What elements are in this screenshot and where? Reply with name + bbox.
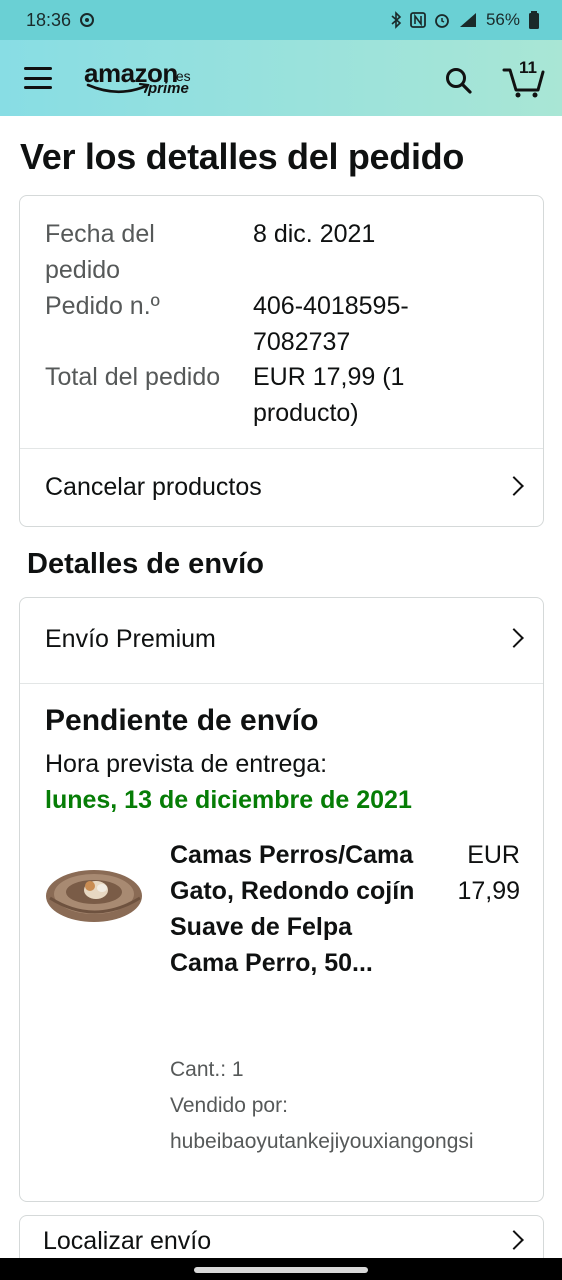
chevron-right-icon (504, 1230, 524, 1250)
cancel-products-label: Cancelar productos (45, 472, 262, 501)
order-date-value: 8 dic. 2021 (253, 220, 376, 248)
cart-icon (502, 68, 545, 98)
product-seller-label: Vendido por: (170, 1094, 288, 1117)
order-total-value: EUR 17,99 (1 producto) (253, 363, 405, 427)
battery-icon (528, 11, 540, 29)
battery-percent: 56% (485, 10, 520, 29)
divider (20, 683, 543, 684)
home-gesture-handle[interactable] (194, 1267, 368, 1273)
premium-shipping-label: Envío Premium (45, 624, 216, 653)
product-price: EUR 17,99 (457, 841, 520, 905)
shipping-card: Envío Premium Pendiente de envío Hora pr… (19, 597, 544, 1202)
logo-smile-icon (86, 82, 150, 94)
amazon-prime-logo[interactable]: amazon .es prime (84, 58, 204, 102)
hamburger-menu-icon[interactable] (24, 67, 52, 89)
delivery-eta-label: Hora prevista de entrega: (45, 750, 328, 778)
nfc-icon (410, 12, 426, 28)
alarm-icon (434, 12, 450, 28)
cart-button[interactable]: 11 (502, 58, 546, 98)
order-total-label: Total del pedido (45, 363, 221, 391)
product-quantity: Cant.: 1 (170, 1058, 244, 1081)
track-shipment-label: Localizar envío (43, 1226, 212, 1255)
premium-shipping-link[interactable]: Envío Premium (20, 600, 543, 678)
product-title-link[interactable]: Camas Perros/Cama Gato, Redondo cojín Su… (170, 837, 420, 981)
whatsapp-icon (79, 12, 95, 28)
order-date-label: Fecha del pedido (45, 220, 155, 284)
shipping-section-title: Detalles de envío (27, 548, 264, 580)
delivery-eta-date: lunes, 13 de diciembre de 2021 (45, 786, 412, 814)
status-time: 18:36 (26, 9, 72, 30)
app-header: amazon .es prime 11 (0, 40, 562, 116)
order-number-label: Pedido n.º (45, 292, 160, 320)
search-icon[interactable] (444, 66, 474, 96)
product-seller-name: hubeibaoyutankejiyouxiangongsi (170, 1130, 474, 1153)
chevron-right-icon (504, 476, 524, 496)
status-bar: 18:36 56% (0, 0, 562, 40)
signal-4g-icon (458, 12, 478, 28)
shipment-status-title: Pendiente de envío (45, 704, 319, 737)
bluetooth-icon (390, 11, 402, 29)
order-number-value: 406-4018595-7082737 (253, 292, 409, 356)
page-title: Ver los detalles del pedido (20, 136, 465, 177)
cancel-products-link[interactable]: Cancelar productos (20, 448, 543, 526)
product-image[interactable] (44, 856, 146, 926)
order-summary-card: Fecha del pedido 8 dic. 2021 Pedido n.º … (19, 195, 544, 527)
logo-prime-text: prime (148, 80, 189, 97)
system-navigation-bar (0, 1258, 562, 1280)
chevron-right-icon (504, 628, 524, 648)
